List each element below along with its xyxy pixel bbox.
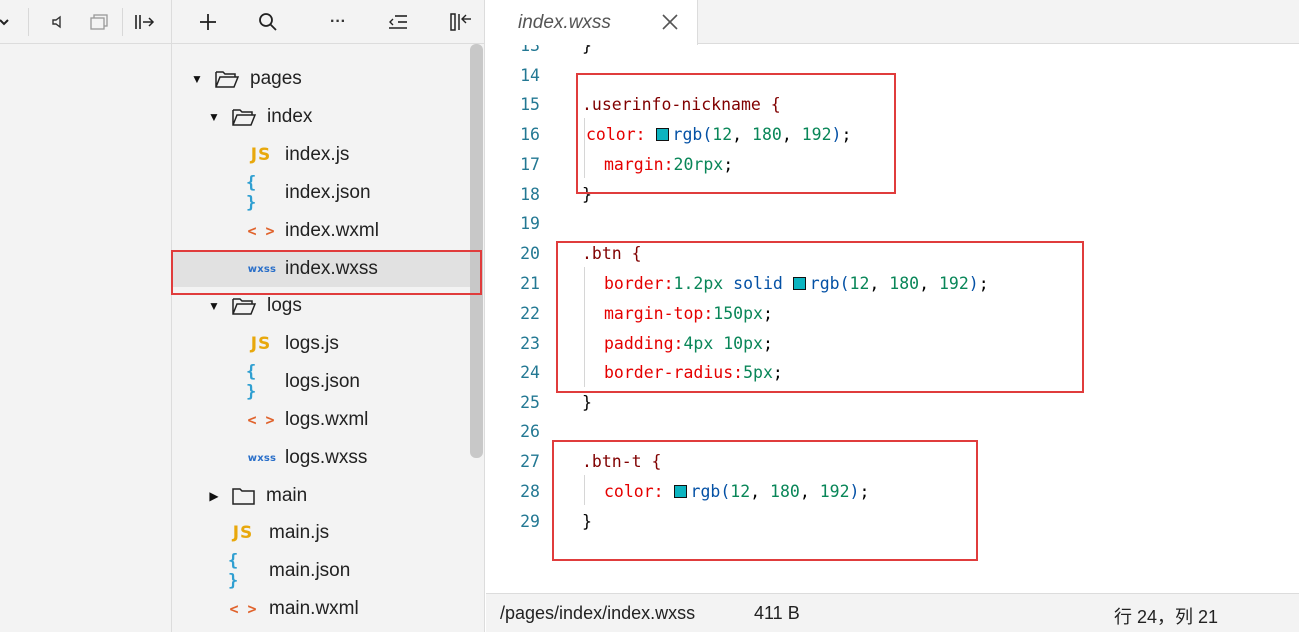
code-text: } xyxy=(582,45,592,55)
file-explorer: ··· ▼ pages ▼ index JS index.js { } inde… xyxy=(172,0,485,632)
line-number: 18 xyxy=(520,184,540,204)
tree-file-index-wxml[interactable]: < > index.wxml xyxy=(172,213,474,249)
line-number: 23 xyxy=(520,333,540,353)
folder-open-icon xyxy=(231,295,257,317)
tree-file-index-js[interactable]: JS index.js xyxy=(172,137,474,173)
status-file-path: /pages/index/index.wxss xyxy=(500,603,696,623)
tree-item-label: pages xyxy=(250,68,302,89)
annotation-highlight-box xyxy=(576,73,896,194)
search-icon[interactable] xyxy=(256,10,280,34)
code-line: 19 xyxy=(486,208,1299,238)
status-bar: /pages/index/index.wxss 411 B 行 24，列 21 xyxy=(486,593,1299,632)
tree-file-main-json[interactable]: { } main.json xyxy=(172,551,474,591)
wxss-file-icon: wxss xyxy=(247,452,277,464)
tree-item-label: index.js xyxy=(285,144,350,165)
toolbar-divider xyxy=(122,8,123,36)
json-file-icon: { } xyxy=(228,551,239,591)
line-number: 25 xyxy=(520,392,540,412)
code-text: } xyxy=(582,392,592,412)
folder-open-icon xyxy=(214,68,240,90)
tree-item-label: logs.json xyxy=(285,371,360,392)
tree-item-label: main.json xyxy=(269,560,351,581)
split-arrow-icon[interactable] xyxy=(132,10,156,34)
expand-arrow-icon[interactable]: ▼ xyxy=(207,110,221,124)
tree-item-label: index.wxml xyxy=(285,220,379,241)
tree-item-label: index xyxy=(267,106,313,127)
tree-folder-pages[interactable]: ▼ pages xyxy=(172,61,474,97)
line-number: 22 xyxy=(520,303,540,323)
annotation-highlight-box xyxy=(552,440,978,561)
line-number: 24 xyxy=(520,362,540,382)
wxml-file-icon: < > xyxy=(247,411,275,429)
js-file-icon: JS xyxy=(232,523,254,543)
tree-item-label: main.wxml xyxy=(269,598,359,619)
line-number: 15 xyxy=(520,94,540,114)
tree-file-main-wxml[interactable]: < > main.wxml xyxy=(172,591,474,627)
tree-file-logs-wxss[interactable]: wxss logs.wxss xyxy=(172,440,474,476)
tab-index-wxss[interactable]: index.wxss xyxy=(486,0,698,45)
tree-folder-main[interactable]: ▶ main xyxy=(172,478,474,514)
more-icon[interactable]: ··· xyxy=(324,10,352,34)
tree-file-main-js[interactable]: JS main.js xyxy=(172,515,474,551)
expand-arrow-icon[interactable]: ▼ xyxy=(207,299,221,313)
line-number: 27 xyxy=(520,451,540,471)
explorer-toolbar: ··· xyxy=(172,0,484,44)
tree-item-label: logs.js xyxy=(285,333,339,354)
line-number: 13 xyxy=(520,45,540,55)
tree-file-logs-json[interactable]: { } logs.json xyxy=(172,362,474,402)
window-icon[interactable] xyxy=(88,10,110,34)
expand-arrow-icon[interactable]: ▼ xyxy=(190,72,204,86)
left-panel xyxy=(0,0,172,632)
status-file-size: 411 B xyxy=(754,603,800,623)
line-number: 21 xyxy=(520,273,540,293)
code-area[interactable]: 13 } 14 15 .userinfo-nickname { 16 color… xyxy=(486,45,1299,593)
code-editor: index.wxss 13 } 14 15 .userinfo-nickname… xyxy=(486,0,1299,632)
tree-item-label: index.json xyxy=(285,182,371,203)
left-toolbar xyxy=(0,0,171,44)
tree-item-label: logs.wxss xyxy=(285,447,368,468)
tree-item-label: main.js xyxy=(269,522,330,543)
tree-item-label: main xyxy=(266,485,308,506)
tree-folder-index[interactable]: ▼ index xyxy=(172,99,474,135)
json-file-icon: { } xyxy=(246,362,257,402)
code-line: 13 } xyxy=(486,45,1299,60)
status-cursor-position[interactable]: 行 24，列 21 xyxy=(1114,603,1218,629)
js-file-icon: JS xyxy=(250,145,272,165)
tree-item-label: logs.wxml xyxy=(285,409,369,430)
line-number: 16 xyxy=(520,124,540,144)
line-number: 26 xyxy=(520,421,540,441)
tree-file-logs-wxml[interactable]: < > logs.wxml xyxy=(172,402,474,438)
editor-tab-bar: index.wxss xyxy=(486,0,1299,45)
line-number: 28 xyxy=(520,481,540,501)
speaker-icon[interactable] xyxy=(48,10,68,34)
tree-item-label: logs xyxy=(267,295,302,316)
annotation-highlight-box xyxy=(171,250,482,295)
toolbar-divider xyxy=(28,8,29,36)
wxml-file-icon: < > xyxy=(247,222,275,240)
json-file-icon: { } xyxy=(246,173,257,213)
tree-file-index-json[interactable]: { } index.json xyxy=(172,173,474,213)
chevron-down-icon[interactable] xyxy=(0,10,12,34)
close-icon[interactable] xyxy=(659,11,681,33)
panel-toggle-icon[interactable] xyxy=(448,10,474,34)
tab-label: index.wxss xyxy=(518,11,611,33)
collapse-icon[interactable] xyxy=(386,10,410,34)
js-file-icon: JS xyxy=(250,334,272,354)
line-number: 14 xyxy=(520,65,540,85)
annotation-highlight-box xyxy=(556,241,1084,393)
line-number: 17 xyxy=(520,154,540,174)
plus-icon[interactable] xyxy=(196,10,220,34)
collapse-arrow-icon[interactable]: ▶ xyxy=(207,489,221,503)
folder-closed-icon xyxy=(231,485,257,507)
folder-open-icon xyxy=(231,106,257,128)
wxml-file-icon: < > xyxy=(229,600,257,618)
tree-file-logs-js[interactable]: JS logs.js xyxy=(172,326,474,362)
line-number: 20 xyxy=(520,243,540,263)
line-number: 29 xyxy=(520,511,540,531)
line-number: 19 xyxy=(520,213,540,233)
